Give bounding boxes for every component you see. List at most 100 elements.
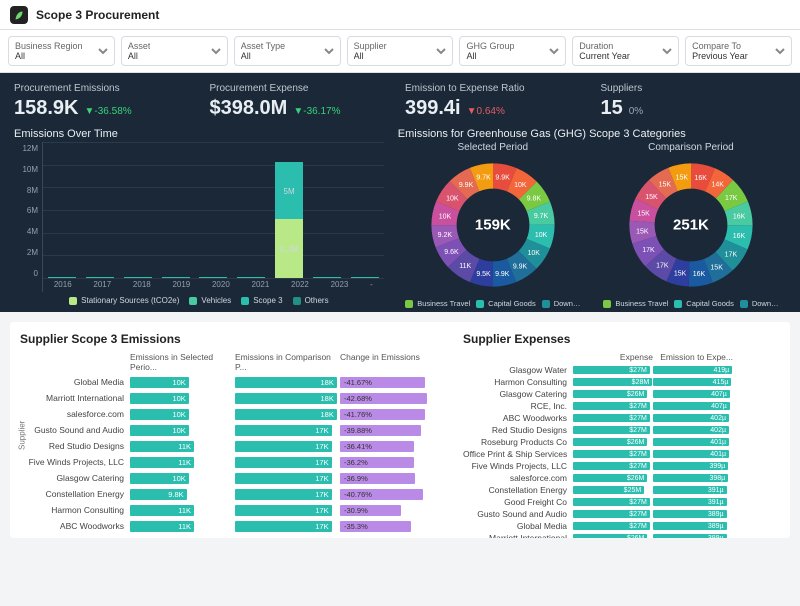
table-row[interactable]: Marriott International 10K 18K -42.68%	[20, 390, 445, 406]
bar-2020[interactable]	[198, 277, 228, 278]
table-row[interactable]: salesforce.com $26M 398µ	[463, 472, 780, 484]
svg-text:9.8K: 9.8K	[526, 196, 541, 203]
table-row[interactable]: Gusto Sound and Audio 10K 17K -39.88%	[20, 422, 445, 438]
filter-compare-to[interactable]: Compare ToPrevious Year	[685, 36, 792, 66]
filter-asset-type[interactable]: Asset TypeAll	[234, 36, 341, 66]
bar--[interactable]	[350, 277, 380, 278]
bar-2022[interactable]: 5.2M5M	[274, 162, 304, 278]
filter-ghg-group[interactable]: GHG GroupAll	[459, 36, 566, 66]
chevron-down-icon	[662, 46, 672, 56]
donut-comparison[interactable]: Comparison Period 16K14K17K16K16K17K15K1…	[596, 142, 786, 308]
svg-text:9.9K: 9.9K	[495, 271, 510, 278]
svg-text:17K: 17K	[725, 195, 738, 202]
bar-2016[interactable]	[47, 277, 77, 278]
table-row[interactable]: Five Winds Projects, LLC 11K 17K -36.2%	[20, 454, 445, 470]
svg-text:9.7K: 9.7K	[534, 213, 549, 220]
table-row[interactable]: Harmon Consulting 11K 17K -30.9%	[20, 502, 445, 518]
svg-text:10K: 10K	[527, 250, 540, 257]
bar-2018[interactable]	[123, 277, 153, 278]
svg-text:16K: 16K	[733, 233, 746, 240]
svg-text:17K: 17K	[642, 247, 655, 254]
svg-text:15K: 15K	[674, 271, 687, 278]
svg-text:15K: 15K	[645, 194, 658, 201]
filter-asset[interactable]: AssetAll	[121, 36, 228, 66]
filter-business-region[interactable]: Business RegionAll	[8, 36, 115, 66]
svg-text:9.9K: 9.9K	[495, 175, 510, 182]
table-row[interactable]: Red Studio Designs 11K 17K -36.41%	[20, 438, 445, 454]
svg-text:17K: 17K	[725, 251, 738, 258]
svg-text:14K: 14K	[711, 182, 724, 189]
table-row[interactable]: Glasgow Catering $26M 407µ	[463, 388, 780, 400]
table-row[interactable]: Constellation Energy $25M 391µ	[463, 484, 780, 496]
kpi-emissions: Procurement Emissions 158.9K▼-36.58%	[14, 83, 200, 120]
svg-text:9.9K: 9.9K	[459, 182, 474, 189]
donut-selected[interactable]: Selected Period 9.9K10K9.8K9.7K10K10K9.9…	[398, 142, 588, 308]
bar-2019[interactable]	[161, 277, 191, 278]
table-row[interactable]: Glasgow Catering 10K 17K -36.9%	[20, 470, 445, 486]
legend-item[interactable]: Stationary Sources (tCO2e)	[69, 296, 179, 305]
chevron-down-icon	[775, 46, 785, 56]
legend-item[interactable]: Capital Goods	[476, 299, 536, 308]
table-row[interactable]: Constellation Energy 9.8K 17K -40.76%	[20, 486, 445, 502]
svg-text:15K: 15K	[710, 265, 723, 272]
svg-text:15K: 15K	[637, 210, 650, 217]
supplier-emissions-table[interactable]: Supplier Scope 3 Emissions Emissions in …	[20, 332, 445, 528]
ghg-donut-panel: Emissions for Greenhouse Gas (GHG) Scope…	[398, 128, 786, 308]
legend-item[interactable]: Others	[293, 296, 329, 305]
chevron-down-icon	[436, 46, 446, 56]
supplier-expenses-table[interactable]: Supplier Expenses ExpenseEmission to Exp…	[463, 332, 780, 528]
svg-text:16K: 16K	[693, 271, 706, 278]
svg-text:15K: 15K	[636, 229, 649, 236]
svg-text:16K: 16K	[733, 213, 746, 220]
svg-text:17K: 17K	[656, 263, 669, 270]
chevron-down-icon	[549, 46, 559, 56]
svg-text:9.6K: 9.6K	[444, 249, 459, 256]
table-row[interactable]: Harmon Consulting $28M 415µ	[463, 376, 780, 388]
legend-item[interactable]: Vehicles	[189, 296, 231, 305]
table-row[interactable]: Good Freight Co $27M 391µ	[463, 496, 780, 508]
svg-text:9.5K: 9.5K	[476, 271, 491, 278]
dark-panel: Procurement Emissions 158.9K▼-36.58% Pro…	[0, 73, 800, 312]
legend-item[interactable]: Capital Goods	[674, 299, 734, 308]
kpi-ratio: Emission to Expense Ratio 399.4i▼0.64%	[405, 83, 591, 120]
table-row[interactable]: salesforce.com 10K 18K -41.76%	[20, 406, 445, 422]
kpi-suppliers: Suppliers 150%	[601, 83, 787, 120]
chevron-down-icon	[211, 46, 221, 56]
chevron-down-icon	[324, 46, 334, 56]
table-row[interactable]: ABC Woodworks 11K 17K -35.3%	[20, 518, 445, 534]
table-row[interactable]: Gusto Sound and Audio $27M 389µ	[463, 508, 780, 520]
bar-2023[interactable]	[312, 277, 342, 278]
legend-item[interactable]: Scope 3	[241, 296, 282, 305]
bar-2021[interactable]	[236, 277, 266, 278]
filter-duration[interactable]: DurationCurrent Year	[572, 36, 679, 66]
legend-item[interactable]: Business Travel	[405, 299, 470, 308]
svg-text:11K: 11K	[459, 263, 471, 270]
table-row[interactable]: Office Print & Ship Services $27M 401µ	[463, 448, 780, 460]
leaf-icon	[10, 6, 28, 24]
emissions-over-time-chart: Emissions Over Time 12M10M8M6M4M2M0 5.2M…	[14, 128, 384, 308]
table-row[interactable]: RCE, Inc. $27M 407µ	[463, 400, 780, 412]
table-row[interactable]: Red Studio Designs $27M 402µ	[463, 424, 780, 436]
svg-text:15K: 15K	[676, 175, 689, 182]
filter-supplier[interactable]: SupplierAll	[347, 36, 454, 66]
table-row[interactable]: Roseburg Products Co $26M 401µ	[463, 436, 780, 448]
bar-legend: Stationary Sources (tCO2e) Vehicles Scope …	[14, 296, 384, 305]
svg-text:10K: 10K	[514, 182, 527, 189]
table-row[interactable]: Marriott International $26M 389µ	[463, 532, 780, 538]
app-header: Scope 3 Procurement	[0, 0, 800, 30]
table-row[interactable]: Glasgow Water $27M 419µ	[463, 364, 780, 376]
light-panel: Supplier Scope 3 Emissions Emissions in …	[10, 322, 790, 538]
kpi-expense: Procurement Expense $398.0M▼-36.17%	[210, 83, 396, 120]
svg-text:10K: 10K	[439, 213, 452, 220]
bar-2017[interactable]	[85, 277, 115, 278]
legend-item[interactable]: Down…	[740, 299, 779, 308]
y-axis: 12M10M8M6M4M2M0	[14, 142, 42, 292]
legend-item[interactable]: Down…	[542, 299, 581, 308]
table-row[interactable]: Five Winds Projects, LLC $27M 399µ	[463, 460, 780, 472]
svg-text:16K: 16K	[694, 175, 707, 182]
table-row[interactable]: Global Media $27M 389µ	[463, 520, 780, 532]
table-row[interactable]: Global Media 10K 18K -41.67%	[20, 374, 445, 390]
legend-item[interactable]: Business Travel	[603, 299, 668, 308]
table-row[interactable]: ABC Woodworks $27M 402µ	[463, 412, 780, 424]
bar-plot[interactable]: 5.2M5M 20162017201820192020202120222023-	[42, 142, 384, 292]
